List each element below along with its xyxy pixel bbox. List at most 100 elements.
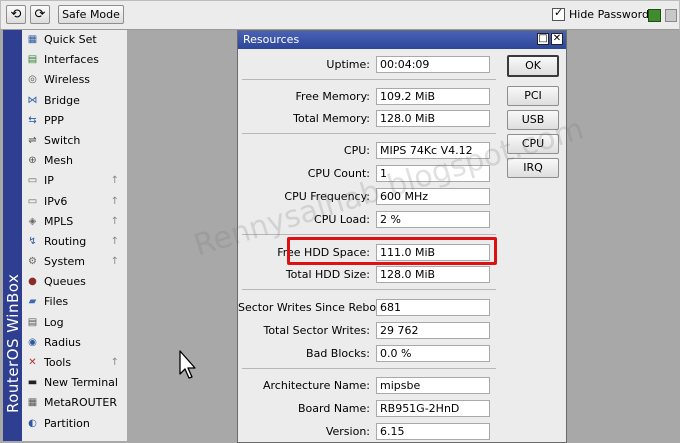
divider: [242, 133, 496, 134]
main-toolbar: ⟲ ⟳ Safe Mode Hide Passwords: [0, 0, 680, 30]
menu-item-label: Interfaces: [44, 53, 99, 67]
menu-item-quick-set[interactable]: ▦ Quick Set: [22, 30, 127, 50]
hide-passwords-label: Hide Passwords: [569, 8, 655, 21]
menu-item-label: IP: [44, 174, 54, 188]
cpu-load-label: CPU Load:: [314, 213, 370, 226]
submenu-arrow-icon: ↑: [110, 195, 119, 207]
menu-item-routing[interactable]: ↯ Routing ↑: [22, 232, 127, 252]
divider: [242, 289, 496, 290]
pci-button[interactable]: PCI: [507, 86, 559, 106]
free-memory-value[interactable]: 109.2 MiB: [376, 88, 490, 105]
hide-passwords-toggle[interactable]: Hide Passwords: [552, 6, 655, 22]
menu-item-label: Routing: [44, 234, 87, 248]
menu-item-mpls[interactable]: ◈ MPLS ↑: [22, 212, 127, 232]
menu-item-ipv6[interactable]: ▭ IPv6 ↑: [22, 192, 127, 212]
menu-item-label: Partition: [44, 416, 90, 430]
submenu-arrow-icon: ↑: [110, 235, 119, 247]
menu-item-label: Quick Set: [44, 33, 97, 46]
menu-item-files[interactable]: ▰ Files: [22, 292, 127, 312]
safe-mode-button[interactable]: Safe Mode: [58, 5, 124, 24]
mouse-cursor-icon: [179, 350, 196, 379]
cpu-frequency-label: CPU Frequency:: [284, 190, 370, 203]
menu-item-label: Mesh: [44, 154, 73, 168]
maximize-icon[interactable]: □: [537, 33, 549, 45]
cpu-label: CPU:: [343, 144, 370, 157]
menu-item-ppp[interactable]: ⇆ PPP: [22, 111, 127, 131]
architecture-label: Architecture Name:: [263, 379, 370, 392]
terminal-icon: ▬: [27, 377, 38, 389]
menu-item-interfaces[interactable]: ▤ Interfaces: [22, 50, 127, 70]
total-memory-value[interactable]: 128.0 MiB: [376, 110, 490, 127]
menu-item-system[interactable]: ⚙ System ↑: [22, 252, 127, 272]
menu-item-partition[interactable]: ◐ Partition: [22, 414, 127, 434]
menu-item-label: Queues: [44, 275, 86, 289]
uptime-label: Uptime:: [326, 58, 370, 71]
menu-item-queues[interactable]: ● Queues: [22, 272, 127, 292]
hide-passwords-checkbox[interactable]: [552, 6, 565, 21]
submenu-arrow-icon: ↑: [110, 175, 119, 187]
menu-item-radius[interactable]: ◉ Radius: [22, 333, 127, 353]
divider: [242, 79, 496, 80]
menu-item-new-terminal[interactable]: ▬ New Terminal: [22, 373, 127, 393]
uptime-value[interactable]: 00:04:09: [376, 56, 490, 73]
menu-item-label: PPP: [44, 113, 64, 127]
quick-set-icon: ▦: [27, 34, 38, 45]
wireless-icon: ◎: [28, 74, 37, 86]
cpu-count-label: CPU Count:: [307, 167, 370, 180]
usb-button[interactable]: USB: [507, 110, 559, 130]
ok-button[interactable]: OK: [507, 55, 559, 77]
menu-item-label: Radius: [44, 335, 81, 349]
lock-green-icon: [648, 9, 661, 22]
cpu-load-value[interactable]: 2 %: [376, 211, 490, 228]
window-title: Resources: [243, 33, 300, 46]
submenu-arrow-icon: ↑: [110, 215, 119, 227]
menu-item-metarouter[interactable]: ▦ MetaROUTER: [22, 393, 127, 413]
cpu-button[interactable]: CPU: [507, 134, 559, 154]
menu-item-wireless[interactable]: ◎ Wireless: [22, 70, 127, 90]
version-value[interactable]: 6.15: [376, 423, 490, 440]
menu-item-log[interactable]: ▤ Log: [22, 313, 127, 333]
free-memory-label: Free Memory:: [295, 90, 370, 103]
menu-item-ip[interactable]: ▭ IP ↑: [22, 171, 127, 191]
ppp-icon: ⇆: [28, 114, 37, 126]
board-name-value[interactable]: RB951G-2HnD: [376, 400, 490, 417]
menu-item-label: New Terminal: [44, 376, 118, 390]
architecture-value[interactable]: mipsbe: [376, 377, 490, 394]
brand-strip: RouterOS WinBox: [3, 30, 22, 441]
interfaces-icon: ▤: [27, 54, 38, 66]
menu-item-label: System: [44, 255, 86, 269]
radius-icon: ◉: [28, 336, 37, 348]
total-hdd-value[interactable]: 128.0 MiB: [376, 266, 490, 283]
mpls-icon: ◈: [28, 215, 37, 227]
total-hdd-label: Total HDD Size:: [285, 268, 370, 281]
menu-item-switch[interactable]: ⇌ Switch: [22, 131, 127, 151]
sector-writes-reboot-value[interactable]: 681: [376, 299, 490, 316]
cpu-value[interactable]: MIPS 74Kc V4.12: [376, 142, 490, 159]
close-icon[interactable]: ✕: [551, 33, 563, 45]
system-icon: ⚙: [28, 256, 37, 268]
redo-icon[interactable]: ⟳: [30, 5, 50, 24]
version-label: Version:: [325, 425, 370, 438]
window-titlebar[interactable]: Resources: [238, 31, 566, 49]
menu-item-bridge[interactable]: ⋈ Bridge: [22, 91, 127, 111]
cpu-frequency-value[interactable]: 600 MHz: [376, 188, 490, 205]
queues-icon: ●: [28, 276, 37, 288]
total-sector-writes-label: Total Sector Writes:: [263, 324, 370, 337]
menu-item-label: MPLS: [44, 214, 74, 228]
cpu-count-value[interactable]: 1: [376, 165, 490, 182]
menu-item-label: Bridge: [44, 93, 80, 107]
irq-button[interactable]: IRQ: [507, 158, 559, 178]
switch-icon: ⇌: [28, 134, 37, 146]
menu-item-label: Files: [44, 295, 69, 309]
menu-item-label: Tools: [44, 356, 72, 369]
submenu-arrow-icon: ↑: [110, 357, 119, 368]
total-sector-writes-value[interactable]: 29 762: [376, 322, 490, 339]
menu-item-tools[interactable]: ✕ Tools ↑: [22, 353, 127, 373]
files-icon: ▰: [28, 296, 37, 308]
menu-item-label: Wireless: [44, 73, 91, 87]
undo-icon[interactable]: ⟲: [6, 5, 26, 24]
routing-icon: ↯: [28, 235, 37, 247]
menu-item-mesh[interactable]: ⊕ Mesh: [22, 151, 127, 171]
bad-blocks-value[interactable]: 0.0 %: [376, 345, 490, 362]
side-menu: ▦ Quick Set ▤ Interfaces ◎ Wireless ⋈ Bridge ⇆ PP…: [22, 30, 128, 441]
